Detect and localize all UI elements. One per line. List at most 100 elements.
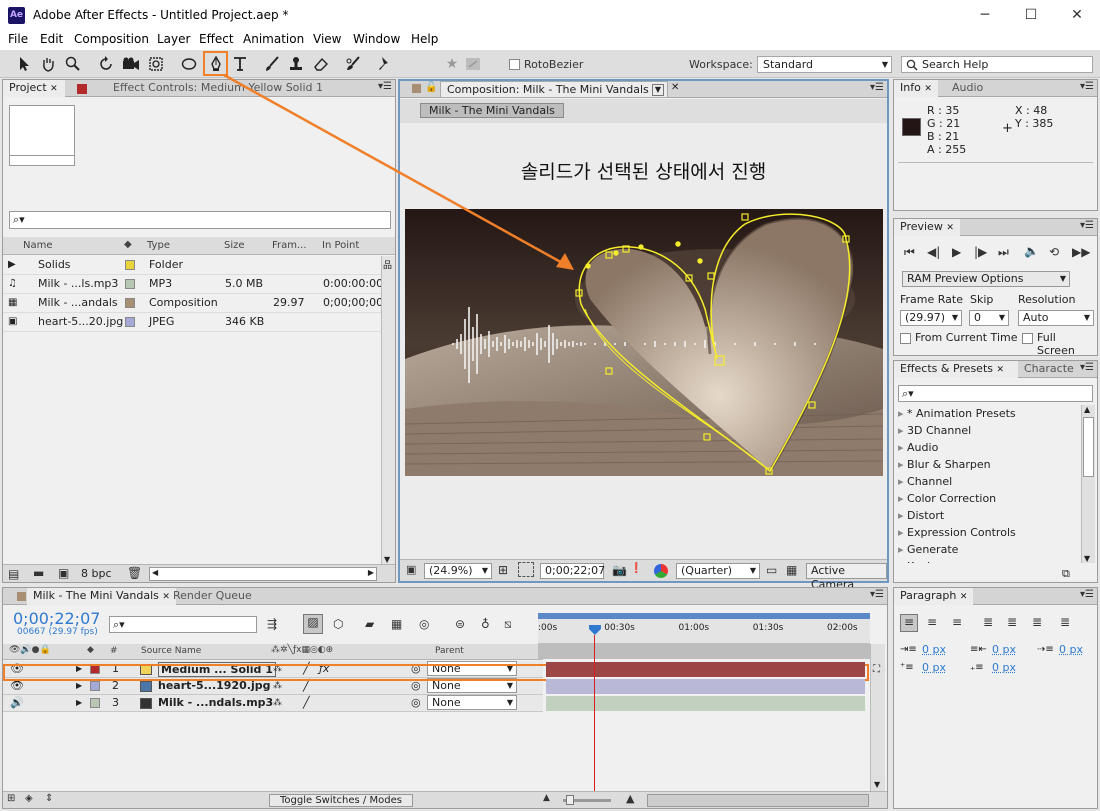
- search-help-field[interactable]: Search Help: [901, 56, 1093, 73]
- full-screen-checkbox[interactable]: [1022, 333, 1033, 344]
- indent-left-value[interactable]: 0 px: [922, 643, 946, 656]
- menu-edit[interactable]: Edit: [40, 32, 63, 46]
- frame-blending-icon[interactable]: ▰: [365, 617, 374, 631]
- auto-keyframe-icon[interactable]: ♁: [481, 617, 490, 631]
- menu-file[interactable]: File: [8, 32, 28, 46]
- space-before-value[interactable]: 0 px: [922, 661, 946, 674]
- chevron-down-icon[interactable]: ▼: [652, 84, 664, 96]
- graph-editor-icon[interactable]: ⊜: [455, 617, 465, 631]
- brush-tool-icon[interactable]: [262, 54, 282, 74]
- effects-category-item[interactable]: ▸ * Animation Presets: [898, 407, 1016, 420]
- space-after-value[interactable]: 0 px: [992, 661, 1016, 674]
- align-right-icon[interactable]: ≡: [952, 615, 962, 629]
- expand-arrow-icon[interactable]: ▸: [898, 509, 907, 522]
- bit-depth-label[interactable]: 8 bpc: [81, 567, 112, 580]
- panel-menu-icon[interactable]: ▾☰: [1080, 220, 1094, 231]
- selection-tool-icon[interactable]: [14, 54, 34, 74]
- color-channels-icon[interactable]: [654, 564, 668, 578]
- expand-arrow-icon[interactable]: ▸: [898, 407, 907, 420]
- timeline-vertical-scrollbar[interactable]: ⛶ ▼: [870, 644, 885, 791]
- justify-last-center-icon[interactable]: ≣: [1007, 615, 1017, 629]
- col-name[interactable]: Name: [23, 240, 53, 251]
- playhead-handle[interactable]: [588, 625, 601, 635]
- brainstorm-icon[interactable]: ⧅: [504, 617, 512, 632]
- project-item-row[interactable]: ▦ Milk - ...andals Composition 29.97 0;00;00…: [3, 294, 383, 313]
- interpret-footage-icon[interactable]: ▤: [8, 567, 19, 581]
- current-time-timecode[interactable]: 0;00;22;07: [13, 609, 100, 628]
- transparency-grid-icon[interactable]: ▦: [786, 563, 797, 577]
- camera-tool-icon[interactable]: [121, 54, 141, 74]
- mask-visibility-icon[interactable]: [518, 562, 534, 577]
- tab-composition[interactable]: Composition: Milk - The Mini Vandals ▼: [440, 81, 668, 98]
- tab-effect-controls[interactable]: Effect Controls: Medium Yellow Solid 1: [107, 80, 329, 97]
- tab-preview[interactable]: Preview ✕: [894, 219, 960, 236]
- justify-last-right-icon[interactable]: ≣: [1032, 615, 1042, 629]
- toggle-switches-modes-button[interactable]: Toggle Switches / Modes: [269, 794, 413, 807]
- menu-help[interactable]: Help: [411, 32, 438, 46]
- panel-menu-icon[interactable]: ▾☰: [1080, 362, 1094, 373]
- scroll-left-icon[interactable]: ◀: [152, 568, 158, 577]
- tab-paragraph[interactable]: Paragraph ✕: [894, 588, 974, 605]
- expand-arrow-icon[interactable]: ▸: [898, 492, 907, 505]
- new-composition-icon[interactable]: ▣: [58, 566, 69, 580]
- panel-menu-icon[interactable]: ▾☰: [378, 81, 392, 92]
- comp-mini-flowchart-icon[interactable]: ⇶: [267, 617, 277, 631]
- close-icon[interactable]: ✕: [946, 223, 954, 233]
- draft-3d-icon[interactable]: ▨: [303, 614, 323, 634]
- effects-scroll-thumb[interactable]: [1083, 417, 1094, 477]
- rotobezier-checkbox[interactable]: [509, 59, 520, 70]
- type-tool-icon[interactable]: [230, 54, 250, 74]
- effects-category-item[interactable]: ▸ Blur & Sharpen: [898, 458, 991, 471]
- current-time-indicator[interactable]: [588, 613, 601, 798]
- project-item-row[interactable]: ▣ heart-5...20.jpg JPEG 346 KB: [3, 313, 381, 332]
- scroll-down-icon[interactable]: ▼: [384, 555, 390, 564]
- close-window-button[interactable]: ✕: [1054, 0, 1100, 30]
- justify-all-icon[interactable]: ≣: [1060, 615, 1070, 629]
- clone-stamp-tool-icon[interactable]: [286, 54, 306, 74]
- panel-menu-icon[interactable]: ▾☰: [1080, 589, 1094, 600]
- minimize-button[interactable]: ─: [962, 0, 1008, 30]
- expand-arrow-icon[interactable]: ▸: [898, 526, 907, 539]
- ellipse-tool-icon[interactable]: [179, 54, 199, 74]
- col-parent[interactable]: Parent: [435, 646, 464, 656]
- menu-composition[interactable]: Composition: [74, 32, 149, 46]
- justify-last-left-icon[interactable]: ≣: [983, 615, 993, 629]
- workspace-select[interactable]: Standard ▼: [757, 56, 892, 73]
- pen-tool-icon[interactable]: [203, 51, 228, 76]
- timeline-horizontal-scrollbar[interactable]: [647, 794, 869, 807]
- next-frame-icon[interactable]: |▶: [974, 245, 987, 259]
- first-frame-icon[interactable]: ⏮: [904, 245, 915, 260]
- align-center-icon[interactable]: ≡: [927, 615, 937, 629]
- align-left-icon[interactable]: ≡: [900, 614, 918, 632]
- expand-arrow-icon[interactable]: ▸: [898, 441, 907, 454]
- panel-menu-icon[interactable]: ▾☰: [1080, 81, 1094, 92]
- zoom-slider-thumb[interactable]: [566, 795, 574, 805]
- menu-animation[interactable]: Animation: [243, 32, 304, 46]
- pan-behind-tool-icon[interactable]: [146, 54, 166, 74]
- delete-icon[interactable]: 🗑: [127, 566, 142, 580]
- effects-category-item[interactable]: ▸ Expression Controls: [898, 526, 1016, 539]
- motion-blur-icon[interactable]: ▦: [391, 617, 402, 631]
- effects-category-item[interactable]: ▸ Audio: [898, 441, 938, 454]
- current-time-display[interactable]: 0;00;22;07: [540, 563, 605, 579]
- col-frame-rate[interactable]: Fram...: [272, 240, 307, 251]
- composition-viewer[interactable]: 솔리드가 선택된 상태에서 진행: [400, 123, 887, 559]
- panel-menu-icon[interactable]: ▾☰: [870, 589, 884, 600]
- item-label-color[interactable]: [125, 317, 135, 327]
- project-item-row[interactable]: ♫ Milk - ...ls.mp3 MP3 5.0 MB 0:00:00:00: [3, 275, 383, 294]
- project-horizontal-scrollbar[interactable]: ◀ ▶: [149, 567, 377, 581]
- eraser-tool-icon[interactable]: [311, 54, 331, 74]
- menu-effect[interactable]: Effect: [199, 32, 234, 46]
- expand-arrow-icon[interactable]: ▸: [898, 543, 907, 556]
- project-item-row[interactable]: ▶ Solids Folder: [3, 256, 381, 275]
- close-icon[interactable]: ✕: [50, 84, 58, 94]
- tab-render-queue[interactable]: Render Queue: [167, 588, 258, 605]
- tab-project[interactable]: Project ✕: [3, 80, 65, 97]
- lock-icon[interactable]: 🔓: [425, 82, 437, 93]
- project-search-input[interactable]: ⌕▾: [9, 211, 391, 229]
- expand-arrow-icon[interactable]: ▸: [898, 458, 907, 471]
- tab-effects-presets[interactable]: Effects & Presets ✕: [894, 361, 1018, 378]
- col-in-point[interactable]: In Point: [322, 240, 359, 251]
- first-line-indent-value[interactable]: 0 px: [1059, 643, 1083, 656]
- close-icon[interactable]: ✕: [960, 592, 968, 602]
